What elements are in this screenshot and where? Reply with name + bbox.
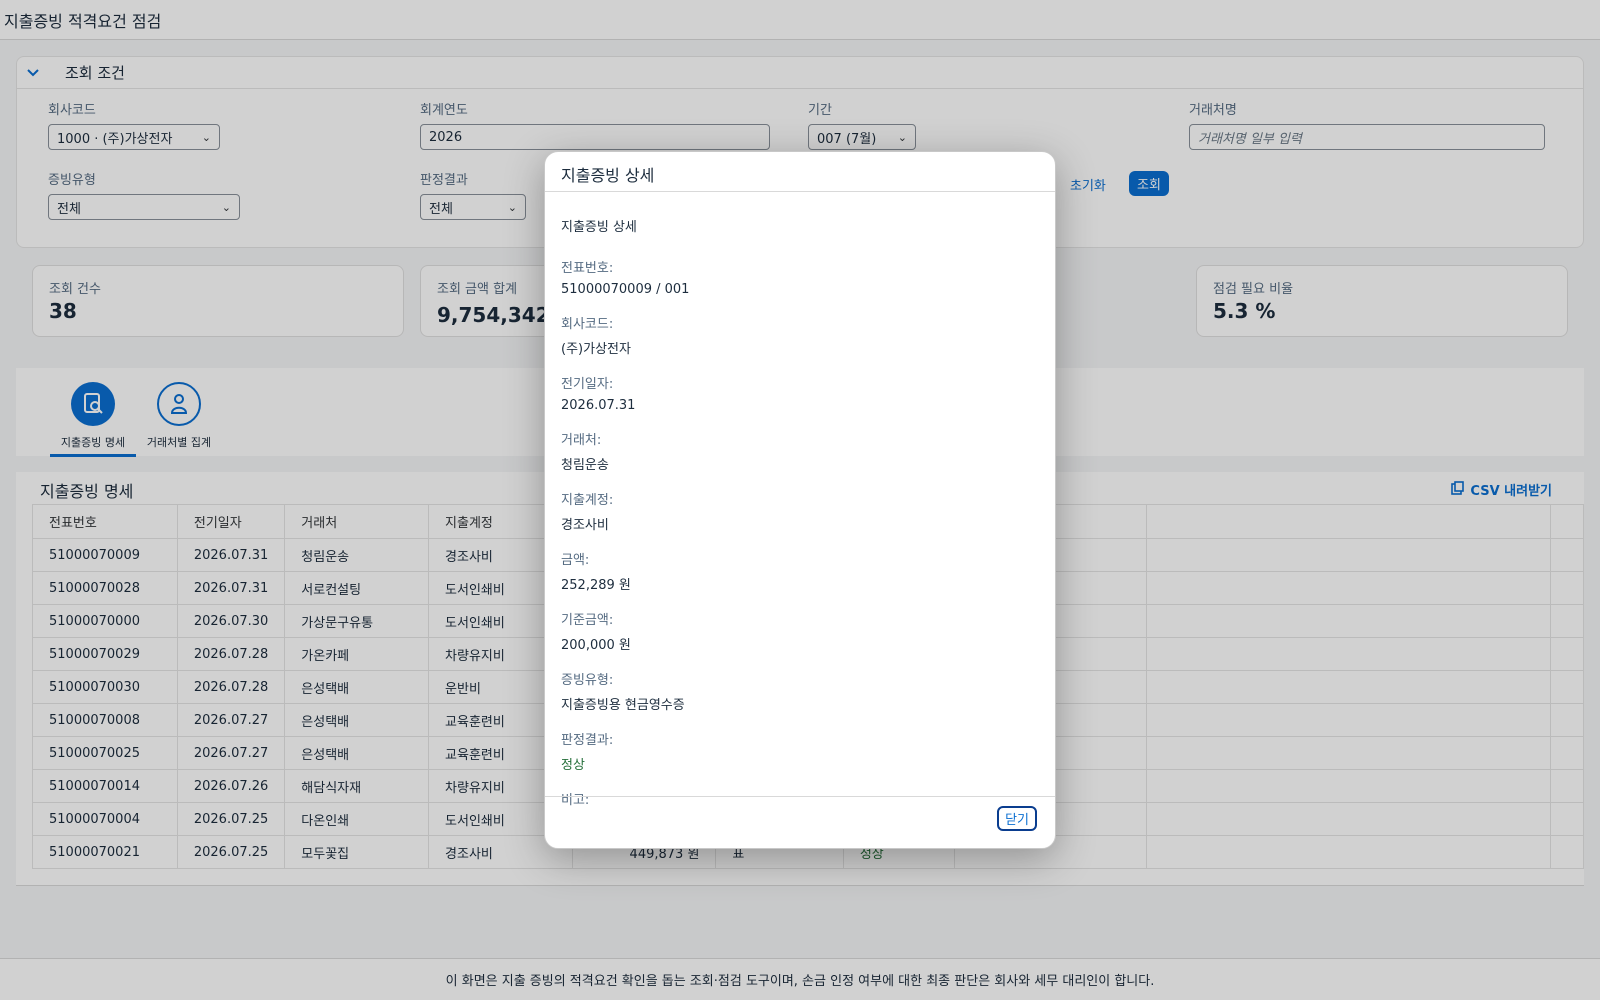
detail-row: 회사코드: (주)가상전자 xyxy=(561,313,1039,357)
detail-label: 회사코드: xyxy=(561,317,614,332)
detail-label: 전기일자: xyxy=(561,377,614,392)
detail-value: 2026.07.31 xyxy=(561,398,636,413)
detail-row: 증빙유형: 지출증빙용 현금영수증 xyxy=(561,669,1039,713)
detail-row: 지출계정: 경조사비 xyxy=(561,489,1039,533)
detail-row: 전기일자: 2026.07.31 xyxy=(561,373,1039,413)
detail-row: 거래처: 청림운송 xyxy=(561,429,1039,473)
detail-value: 경조사비 xyxy=(561,518,609,533)
detail-value: 지출증빙용 현금영수증 xyxy=(561,698,685,713)
detail-label: 지출계정: xyxy=(561,493,614,508)
detail-dialog: 지출증빙 상세 지출증빙 상세 전표번호: 51000070009 / 001 회… xyxy=(544,151,1056,849)
dialog-footer: 닫기 xyxy=(545,796,1055,848)
detail-value: 청림운송 xyxy=(561,458,609,473)
dialog-body: 지출증빙 상세 전표번호: 51000070009 / 001 회사코드: (주)가… xyxy=(545,192,1055,808)
detail-value: 252,289 원 xyxy=(561,578,631,593)
detail-label: 거래처: xyxy=(561,433,602,448)
detail-row: 금액: 252,289 원 xyxy=(561,549,1039,593)
detail-value: (주)가상전자 xyxy=(561,342,631,357)
detail-label: 금액: xyxy=(561,553,590,568)
detail-label: 전표번호: xyxy=(561,261,614,276)
dialog-subtitle: 지출증빙 상세 xyxy=(561,220,637,235)
detail-label: 기준금액: xyxy=(561,613,614,628)
detail-value: 200,000 원 xyxy=(561,638,631,653)
detail-row: 전표번호: 51000070009 / 001 xyxy=(561,257,1039,297)
detail-label: 증빙유형: xyxy=(561,673,614,688)
detail-label: 판정결과: xyxy=(561,733,614,748)
dialog-title: 지출증빙 상세 xyxy=(545,152,1055,192)
detail-value: 51000070009 / 001 xyxy=(561,282,690,297)
detail-row: 기준금액: 200,000 원 xyxy=(561,609,1039,653)
detail-row: 판정결과: 정상 xyxy=(561,729,1039,773)
detail-value-result: 정상 xyxy=(561,758,585,773)
close-button[interactable]: 닫기 xyxy=(997,806,1037,831)
